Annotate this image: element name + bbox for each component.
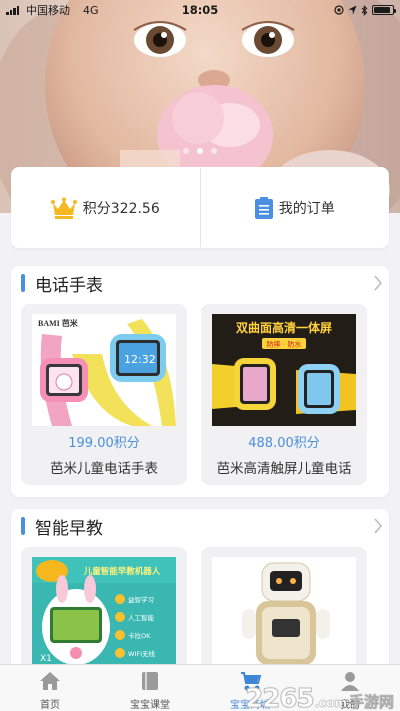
tab-baby-class[interactable]: 宝宝课堂	[100, 665, 200, 711]
promo-headline: 儿童智能早教机器人	[83, 566, 161, 577]
watermark-number: 2265	[245, 684, 315, 711]
product-name: 芭米儿童电话手表	[50, 461, 158, 477]
section-header[interactable]: 电话手表	[11, 266, 389, 300]
orders-label: 我的订单	[278, 200, 335, 217]
product-image	[212, 557, 356, 669]
status-bar: 中国移动 4G 18:05	[0, 0, 400, 20]
points-button[interactable]: 积分322.56	[11, 167, 200, 248]
carousel-indicator	[0, 148, 400, 154]
carousel-dot[interactable]	[197, 148, 203, 154]
book-icon	[142, 672, 158, 690]
product-name: 芭米高清触屏儿童电话	[216, 461, 352, 477]
orientation-lock-icon	[334, 5, 344, 15]
battery-icon	[372, 5, 396, 15]
watermark-dotcom: .com	[314, 696, 347, 710]
feature-item: 益智学习	[128, 595, 154, 604]
tab-label: 宝宝课堂	[130, 700, 170, 711]
promo-headline: 双曲面高清一体屏	[236, 320, 332, 335]
watermark-text: 手游网	[348, 693, 394, 711]
chevron-right-icon	[374, 518, 382, 534]
signal-icon	[6, 5, 19, 15]
points-label: 积分322.56	[82, 200, 160, 217]
carousel-dot[interactable]	[211, 148, 217, 154]
product-price: 488.00积分	[248, 436, 320, 451]
section-title: 智能早教	[35, 518, 103, 539]
model-label: X1	[40, 654, 52, 664]
section-header[interactable]: 智能早教	[11, 509, 389, 543]
tab-home[interactable]: 首页	[0, 665, 100, 711]
feature-item: WIFI无线	[128, 649, 155, 658]
crown-icon	[50, 197, 77, 219]
watermark-logo: 2265 .com 手游网	[245, 684, 395, 711]
product-image: 儿童智能早教机器人 X1 益智学习 人工智能 卡拉OK WIFI无线	[32, 557, 176, 669]
product-brand: BAMI 芭米	[38, 318, 79, 328]
feature-item: 卡拉OK	[128, 631, 151, 640]
watch-screen-time: 12:32	[124, 353, 156, 366]
feature-item: 人工智能	[128, 613, 155, 622]
carousel-dot[interactable]	[183, 148, 189, 154]
promo-tags: 防摔 · 防水	[267, 340, 302, 349]
home-icon	[40, 672, 60, 690]
product-card[interactable]: BAMI 芭米 12:32 199.00积分 芭米儿童电话手表	[21, 304, 187, 485]
chevron-right-icon	[374, 275, 382, 291]
network-label: 4G	[83, 3, 99, 17]
product-image: BAMI 芭米 12:32	[32, 314, 176, 426]
product-card[interactable]: 双曲面高清一体屏 防摔 · 防水 488.00积分 芭米高清触屏儿童电话	[201, 304, 367, 485]
product-price: 199.00积分	[68, 436, 140, 451]
section-phone-watch: 电话手表 BAMI 芭米 12:32 199.00积分 芭米儿童电话手表 双曲面…	[11, 266, 389, 497]
bluetooth-icon	[361, 4, 368, 16]
section-accent-bar	[21, 517, 25, 535]
my-orders-button[interactable]: 我的订单	[201, 167, 390, 248]
tab-label: 首页	[40, 700, 60, 711]
orders-icon	[254, 196, 273, 219]
points-orders-card: 积分322.56 我的订单	[11, 167, 389, 248]
section-title: 电话手表	[35, 275, 103, 296]
section-accent-bar	[21, 274, 25, 292]
product-image: 双曲面高清一体屏 防摔 · 防水	[212, 314, 356, 426]
location-icon	[348, 5, 357, 15]
product-card[interactable]: 儿童智能早教机器人 X1 益智学习 人工智能 卡拉OK WIFI无线	[21, 547, 187, 677]
section-smart-education: 智能早教 儿童智能早教机器人 X1 益智学习 人工智能 卡拉OK WIFI无线	[11, 509, 389, 679]
carrier-label: 中国移动	[26, 4, 70, 17]
product-card[interactable]	[201, 547, 367, 677]
